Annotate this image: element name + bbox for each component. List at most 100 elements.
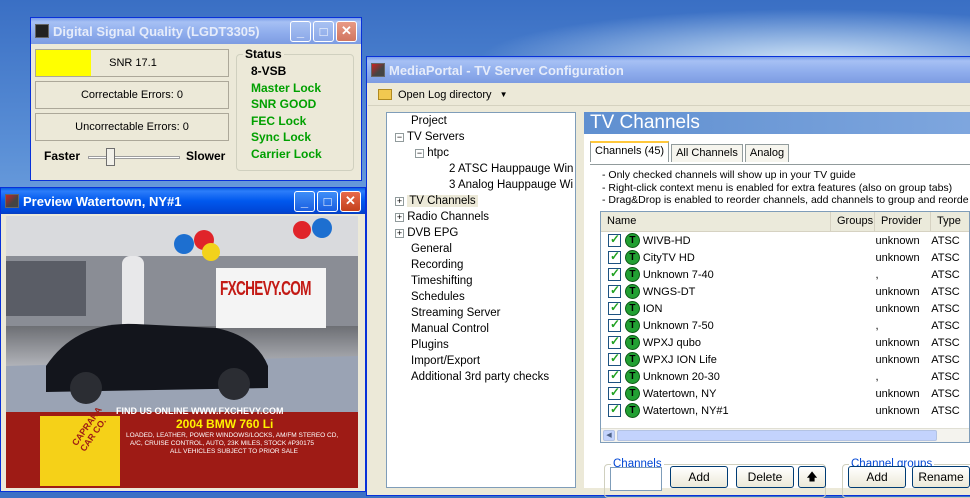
- move-up-button[interactable]: 🡅: [798, 466, 826, 488]
- status-carrier-lock: Carrier Lock: [251, 146, 322, 161]
- tree-item-card-analog[interactable]: 3 Analog Hauppauge Wi: [449, 179, 573, 191]
- video-preview[interactable]: FXCHEVY.COM CAPRARA CAR CO. FIND US ONLI…: [6, 216, 358, 488]
- banner-line-4: A/C, CRUISE CONTROL, AUTO, 23K MILES, ST…: [130, 440, 314, 447]
- channel-checkbox[interactable]: [608, 283, 621, 298]
- tree-item-timeshifting[interactable]: Timeshifting: [411, 275, 473, 287]
- close-button[interactable]: ✕: [336, 20, 357, 42]
- column-header-provider[interactable]: Provider: [875, 212, 931, 231]
- tree-item-project[interactable]: Project: [411, 115, 447, 127]
- table-row[interactable]: TUnknown 7-50, ATSC: [601, 317, 969, 334]
- column-header-type[interactable]: Type: [931, 212, 969, 231]
- banner-line-2: 2004 BMW 760 Li: [176, 417, 274, 431]
- close-button[interactable]: ✕: [340, 190, 361, 212]
- table-row[interactable]: TWIVB-HD unknown ATSC: [601, 232, 969, 249]
- chip-icon: [35, 24, 49, 38]
- tree-item-manual-control[interactable]: Manual Control: [411, 323, 489, 335]
- uncorrectable-errors: Uncorrectable Errors: 0: [35, 113, 229, 141]
- channel-checkbox[interactable]: [608, 351, 621, 366]
- list-header: Name Groups Provider Type: [601, 212, 969, 232]
- channel-checkbox[interactable]: [608, 232, 621, 247]
- slider-thumb[interactable]: [106, 148, 115, 166]
- channel-name: WIVB-HD: [642, 234, 691, 247]
- banner-line-1: FIND US ONLINE WWW.FXCHEVY.COM: [116, 406, 284, 416]
- channel-checkbox[interactable]: [608, 385, 621, 400]
- expand-icon[interactable]: +: [395, 213, 404, 222]
- collapse-icon[interactable]: −: [415, 149, 424, 158]
- preview-app-icon: [5, 194, 19, 208]
- table-row[interactable]: TWatertown, NY#1 unknown ATSC: [601, 402, 969, 419]
- add-group-button[interactable]: Add: [848, 466, 906, 488]
- table-row[interactable]: TION unknown ATSC: [601, 300, 969, 317]
- channel-checkbox[interactable]: [608, 266, 621, 281]
- table-row[interactable]: TWatertown, NY unknown ATSC: [601, 385, 969, 402]
- tree-label: Manual Control: [411, 323, 489, 335]
- table-row[interactable]: TUnknown 7-40, ATSC: [601, 266, 969, 283]
- channel-checkbox[interactable]: [608, 334, 621, 349]
- horizontal-scrollbar[interactable]: ◀: [601, 428, 969, 442]
- table-row[interactable]: TUnknown 20-30, ATSC: [601, 368, 969, 385]
- tree-item-plugins[interactable]: Plugins: [411, 339, 449, 351]
- tree-item-tv-channels[interactable]: + TV Channels: [395, 195, 478, 207]
- car-wheel: [70, 372, 102, 404]
- table-row[interactable]: TWNGS-DT unknown ATSC: [601, 283, 969, 300]
- tree-item-general[interactable]: General: [411, 243, 452, 255]
- status-modulation: 8-VSB: [251, 64, 287, 78]
- channel-type: ATSC: [931, 319, 960, 332]
- table-row[interactable]: TWPXJ ION Life unknown ATSC: [601, 351, 969, 368]
- signal-quality-titlebar[interactable]: Digital Signal Quality (LGDT3305) _ □ ✕: [31, 18, 361, 44]
- channel-checkbox[interactable]: [608, 300, 621, 315]
- column-header-name[interactable]: Name: [601, 212, 831, 231]
- mediaportal-titlebar[interactable]: MediaPortal - TV Server Configuration: [367, 57, 970, 83]
- add-channel-button[interactable]: Add: [670, 466, 728, 488]
- tv-channel-icon: T: [624, 284, 640, 299]
- column-header-groups[interactable]: Groups: [831, 212, 875, 231]
- table-row[interactable]: TWPXJ qubo unknown ATSC: [601, 334, 969, 351]
- maximize-button[interactable]: □: [317, 190, 338, 212]
- scroll-left-icon[interactable]: ◀: [603, 430, 615, 441]
- tab-all-channels[interactable]: All Channels: [671, 144, 743, 162]
- page-title: TV Channels: [584, 112, 970, 134]
- speed-slider[interactable]: [88, 148, 180, 166]
- preview-titlebar[interactable]: Preview Watertown, NY#1 _ □ ✕: [1, 188, 365, 214]
- arrow-up-icon: 🡅: [806, 470, 818, 483]
- channel-checkbox[interactable]: [608, 402, 621, 417]
- info-line: - Drag&Drop is enabled to reorder channe…: [602, 194, 969, 206]
- tree-item-dvb-epg[interactable]: + DVB EPG: [395, 227, 458, 239]
- tree-label: DVB EPG: [407, 227, 459, 239]
- channel-checkbox[interactable]: [608, 249, 621, 264]
- expand-icon[interactable]: +: [395, 197, 404, 206]
- channel-checkbox[interactable]: [608, 317, 621, 332]
- tree-item-card-atsc[interactable]: 2 ATSC Hauppauge Win: [449, 163, 573, 175]
- open-log-menu[interactable]: Open Log directory ▼: [378, 89, 507, 101]
- banner-line-3: LOADED, LEATHER, POWER WINDOWS/LOCKS, AM…: [126, 432, 339, 439]
- tree-item-tv-servers[interactable]: − TV Servers: [395, 131, 465, 143]
- scrollbar-thumb[interactable]: [617, 430, 937, 441]
- collapse-icon[interactable]: −: [395, 133, 404, 142]
- tree-item-htpc[interactable]: − htpc: [415, 147, 449, 159]
- minimize-button[interactable]: _: [290, 20, 311, 42]
- rename-group-button[interactable]: Rename: [912, 466, 970, 488]
- preview-title: Preview Watertown, NY#1: [23, 193, 182, 209]
- expand-icon[interactable]: +: [395, 229, 404, 238]
- tree-item-import-export[interactable]: Import/Export: [411, 355, 480, 367]
- minimize-button[interactable]: _: [294, 190, 315, 212]
- tree-label: Additional 3rd party checks: [411, 371, 550, 383]
- tree-item-recording[interactable]: Recording: [411, 259, 463, 271]
- channel-checkbox[interactable]: [608, 368, 621, 383]
- info-text: - Only checked channels will show up in …: [602, 169, 969, 207]
- channel-provider: ,: [875, 268, 879, 281]
- channel-name: WNGS-DT: [642, 285, 696, 298]
- tree-label: Recording: [411, 259, 464, 271]
- tree-item-schedules[interactable]: Schedules: [411, 291, 465, 303]
- tree-item-radio-channels[interactable]: + Radio Channels: [395, 211, 489, 223]
- channels-input[interactable]: [610, 467, 662, 491]
- table-row[interactable]: TCityTV HD unknown ATSC: [601, 249, 969, 266]
- tree-item-3rd-party-checks[interactable]: Additional 3rd party checks: [411, 371, 549, 383]
- maximize-button[interactable]: □: [313, 20, 334, 42]
- channel-type: ATSC: [931, 234, 960, 247]
- delete-channel-button[interactable]: Delete: [736, 466, 794, 488]
- tab-channels[interactable]: Channels (45): [590, 141, 670, 162]
- tab-analog[interactable]: Analog: [744, 144, 790, 162]
- channel-name: WPXJ qubo: [642, 336, 701, 349]
- tree-item-streaming-server[interactable]: Streaming Server: [411, 307, 500, 319]
